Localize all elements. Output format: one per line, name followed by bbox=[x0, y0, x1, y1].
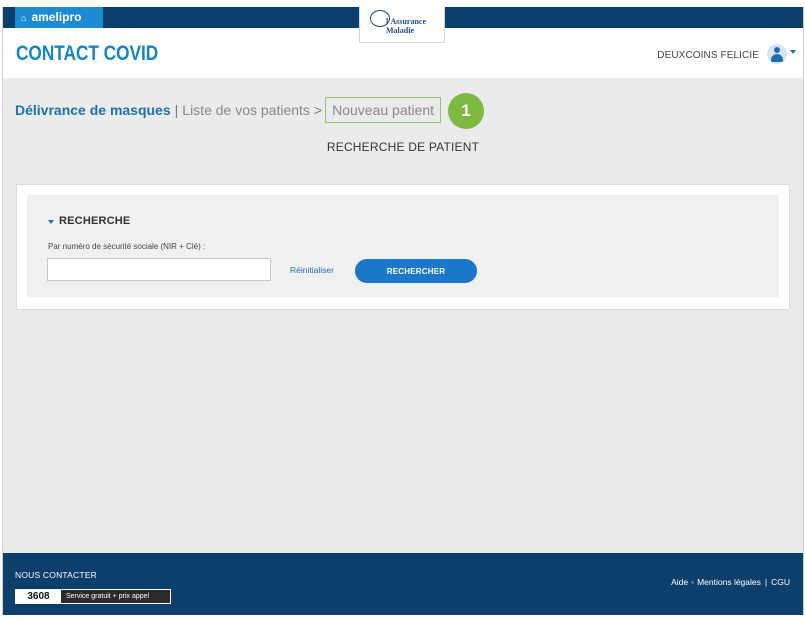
home-icon: ⌂ bbox=[21, 13, 27, 23]
breadcrumb-liste-patients[interactable]: Liste de vos patients bbox=[182, 102, 310, 118]
logo-text-line1: l'Assurance bbox=[386, 17, 426, 26]
user-name[interactable]: DEUXCOINS FELICIE bbox=[657, 50, 759, 61]
breadcrumb-separator: | bbox=[174, 102, 179, 118]
caret-down-icon[interactable] bbox=[48, 220, 54, 224]
footer-links: Aide ▪ Mentions légales | CGU bbox=[671, 577, 790, 587]
reset-link[interactable]: Réinitialiser bbox=[290, 265, 334, 275]
amelipro-tab[interactable]: ⌂ amelipro bbox=[15, 7, 103, 28]
user-avatar-icon[interactable] bbox=[767, 44, 787, 64]
breadcrumb-nouveau-patient: Nouveau patient bbox=[325, 97, 442, 123]
breadcrumb-delivrance-masques[interactable]: Délivrance de masques bbox=[15, 102, 171, 118]
step-number-badge: 1 bbox=[448, 93, 484, 129]
phone-number: 3608 bbox=[16, 590, 61, 603]
footer-dot: ▪ bbox=[691, 577, 695, 587]
chevron-down-icon[interactable] bbox=[790, 50, 796, 54]
logo-text-line2: Maladie bbox=[386, 26, 414, 35]
page-title: RECHERCHE DE PATIENT bbox=[326, 140, 480, 154]
app-title: CONTACT COVID bbox=[16, 42, 159, 65]
phone-cartouche: 3608 Service gratuit + prix appel bbox=[15, 589, 171, 604]
assurance-maladie-logo: l'Assurance Maladie bbox=[359, 7, 445, 43]
breadcrumb: Délivrance de masques | Liste de vos patie… bbox=[15, 97, 442, 123]
app-window: ⌂ amelipro l'Assurance Maladie CONTACT CO… bbox=[2, 7, 804, 615]
search-button[interactable]: RECHERCHER bbox=[355, 259, 477, 283]
nir-field-label: Par numéro de sécurité sociale (NIR + Cl… bbox=[48, 242, 206, 251]
footer-contact-title: NOUS CONTACTER bbox=[15, 570, 97, 580]
search-section-toggle[interactable]: RECHERCHE bbox=[59, 215, 130, 227]
phone-note: Service gratuit + prix appel bbox=[66, 593, 150, 600]
footer-separator: | bbox=[764, 577, 768, 587]
footer-link-mentions[interactable]: Mentions légales bbox=[697, 577, 761, 587]
footer: NOUS CONTACTER 3608 Service gratuit + pr… bbox=[3, 553, 803, 615]
search-panel: RECHERCHE Par numéro de sécurité sociale… bbox=[16, 184, 790, 310]
search-panel-body: RECHERCHE Par numéro de sécurité sociale… bbox=[27, 195, 779, 297]
breadcrumb-arrow: > bbox=[313, 102, 323, 118]
footer-link-cgu[interactable]: CGU bbox=[771, 577, 790, 587]
nir-input[interactable] bbox=[47, 258, 271, 281]
amelipro-label: amelipro bbox=[31, 10, 82, 24]
footer-link-aide[interactable]: Aide bbox=[671, 577, 688, 587]
